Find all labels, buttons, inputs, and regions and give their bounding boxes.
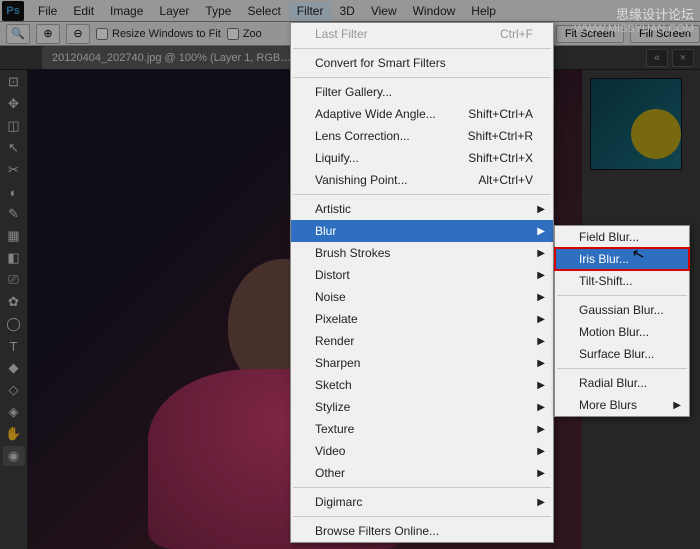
submenu-arrow-icon: ▶ bbox=[537, 358, 545, 369]
blur-more[interactable]: More Blurs▶ bbox=[555, 394, 689, 416]
menu-select[interactable]: Select bbox=[239, 2, 288, 20]
filter-adaptive[interactable]: Adaptive Wide Angle...Shift+Ctrl+A bbox=[291, 103, 553, 125]
navigator-thumb[interactable] bbox=[590, 78, 682, 170]
submenu-arrow-icon: ▶ bbox=[537, 497, 545, 508]
zoom-tool-icon[interactable]: 🔍 bbox=[6, 24, 30, 44]
tool-type[interactable]: T bbox=[3, 336, 25, 356]
filter-browse-online[interactable]: Browse Filters Online... bbox=[291, 520, 553, 542]
zoom-all-checkbox[interactable]: Zoo bbox=[227, 28, 262, 40]
menu-type[interactable]: Type bbox=[197, 2, 239, 20]
tool-zoom[interactable]: ◉ bbox=[3, 446, 25, 466]
submenu-arrow-icon: ▶ bbox=[537, 204, 545, 215]
blur-tilt-shift[interactable]: Tilt-Shift... bbox=[555, 270, 689, 292]
submenu-arrow-icon: ▶ bbox=[537, 292, 545, 303]
submenu-arrow-icon: ▶ bbox=[537, 424, 545, 435]
filter-stylize[interactable]: Stylize▶ bbox=[291, 396, 553, 418]
resize-windows-checkbox[interactable]: Resize Windows to Fit bbox=[96, 28, 221, 40]
filter-other[interactable]: Other▶ bbox=[291, 462, 553, 484]
tool-wand[interactable]: ↖ bbox=[3, 138, 25, 158]
filter-last: Last FilterCtrl+F bbox=[291, 23, 553, 45]
panel-close-icon[interactable]: × bbox=[672, 49, 694, 67]
submenu-arrow-icon: ▶ bbox=[537, 226, 545, 237]
zoom-out-icon[interactable]: ⊖ bbox=[66, 24, 90, 44]
submenu-arrow-icon: ▶ bbox=[537, 402, 545, 413]
menu-window[interactable]: Window bbox=[405, 2, 464, 20]
menu-3d[interactable]: 3D bbox=[331, 2, 362, 20]
filter-artistic[interactable]: Artistic▶ bbox=[291, 198, 553, 220]
submenu-arrow-icon: ▶ bbox=[537, 336, 545, 347]
submenu-arrow-icon: ▶ bbox=[537, 270, 545, 281]
filter-convert-smart[interactable]: Convert for Smart Filters bbox=[291, 52, 553, 74]
blur-iris[interactable]: Iris Blur... bbox=[555, 248, 689, 270]
filter-brush-strokes[interactable]: Brush Strokes▶ bbox=[291, 242, 553, 264]
tool-stamp[interactable]: ▦ bbox=[3, 226, 25, 246]
filter-digimarc[interactable]: Digimarc▶ bbox=[291, 491, 553, 513]
tool-gradient[interactable]: ✿ bbox=[3, 292, 25, 312]
filter-lens[interactable]: Lens Correction...Shift+Ctrl+R bbox=[291, 125, 553, 147]
menu-image[interactable]: Image bbox=[102, 2, 151, 20]
panel-collapse-icon[interactable]: « bbox=[646, 49, 668, 67]
blur-submenu: Field Blur... Iris Blur... Tilt-Shift...… bbox=[554, 225, 690, 417]
document-tab[interactable]: 20120404_202740.jpg @ 100% (Layer 1, RGB… bbox=[42, 46, 321, 69]
filter-texture[interactable]: Texture▶ bbox=[291, 418, 553, 440]
filter-gallery[interactable]: Filter Gallery... bbox=[291, 81, 553, 103]
tool-shape[interactable]: ◈ bbox=[3, 402, 25, 422]
submenu-arrow-icon: ▶ bbox=[673, 400, 681, 411]
tool-brush[interactable]: ✎ bbox=[3, 204, 25, 224]
blur-field[interactable]: Field Blur... bbox=[555, 226, 689, 248]
resize-windows-label: Resize Windows to Fit bbox=[112, 28, 221, 40]
tool-healing[interactable]: ◐ bbox=[3, 182, 25, 202]
blur-motion[interactable]: Motion Blur... bbox=[555, 321, 689, 343]
tool-history[interactable]: ◧ bbox=[3, 248, 25, 268]
filter-blur[interactable]: Blur▶ bbox=[291, 220, 553, 242]
submenu-arrow-icon: ▶ bbox=[537, 380, 545, 391]
filter-noise[interactable]: Noise▶ bbox=[291, 286, 553, 308]
submenu-arrow-icon: ▶ bbox=[537, 468, 545, 479]
tool-blur[interactable]: ◯ bbox=[3, 314, 25, 334]
blur-surface[interactable]: Surface Blur... bbox=[555, 343, 689, 365]
submenu-arrow-icon: ▶ bbox=[537, 248, 545, 259]
menu-layer[interactable]: Layer bbox=[151, 2, 197, 20]
filter-pixelate[interactable]: Pixelate▶ bbox=[291, 308, 553, 330]
zoom-all-label: Zoo bbox=[243, 28, 262, 40]
blur-radial[interactable]: Radial Blur... bbox=[555, 372, 689, 394]
tool-hand[interactable]: ✋ bbox=[3, 424, 25, 444]
filter-video[interactable]: Video▶ bbox=[291, 440, 553, 462]
filter-liquify[interactable]: Liquify...Shift+Ctrl+X bbox=[291, 147, 553, 169]
menu-edit[interactable]: Edit bbox=[65, 2, 102, 20]
tool-eyedropper[interactable]: ✂ bbox=[3, 160, 25, 180]
tool-path[interactable]: ◇ bbox=[3, 380, 25, 400]
filter-vanishing[interactable]: Vanishing Point...Alt+Ctrl+V bbox=[291, 169, 553, 191]
app-logo: Ps bbox=[2, 1, 24, 21]
menu-view[interactable]: View bbox=[363, 2, 405, 20]
filter-render[interactable]: Render▶ bbox=[291, 330, 553, 352]
filter-distort[interactable]: Distort▶ bbox=[291, 264, 553, 286]
menu-filter[interactable]: Filter bbox=[289, 2, 332, 20]
filter-sharpen[interactable]: Sharpen▶ bbox=[291, 352, 553, 374]
filter-sketch[interactable]: Sketch▶ bbox=[291, 374, 553, 396]
zoom-in-icon[interactable]: ⊕ bbox=[36, 24, 60, 44]
tool-pen[interactable]: ◆ bbox=[3, 358, 25, 378]
tool-crop[interactable]: ◫ bbox=[3, 116, 25, 136]
tool-marquee[interactable]: ⊡ bbox=[3, 72, 25, 92]
submenu-arrow-icon: ▶ bbox=[537, 446, 545, 457]
submenu-arrow-icon: ▶ bbox=[537, 314, 545, 325]
tools-panel: ▣ ⊡ ✥ ◫ ↖ ✂ ◐ ✎ ▦ ◧ ⎚ ✿ ◯ T ◆ ◇ ◈ ✋ ◉ bbox=[0, 46, 28, 549]
menu-help[interactable]: Help bbox=[463, 2, 504, 20]
watermark: 思缘设计论坛 WWW.MISSYUAN.COM bbox=[574, 4, 694, 35]
menu-file[interactable]: File bbox=[30, 2, 65, 20]
tool-eraser[interactable]: ⎚ bbox=[3, 270, 25, 290]
blur-gaussian[interactable]: Gaussian Blur... bbox=[555, 299, 689, 321]
document-tab-title: 20120404_202740.jpg @ 100% (Layer 1, RGB… bbox=[52, 52, 291, 64]
filter-menu: Last FilterCtrl+F Convert for Smart Filt… bbox=[290, 22, 554, 543]
tool-lasso[interactable]: ✥ bbox=[3, 94, 25, 114]
